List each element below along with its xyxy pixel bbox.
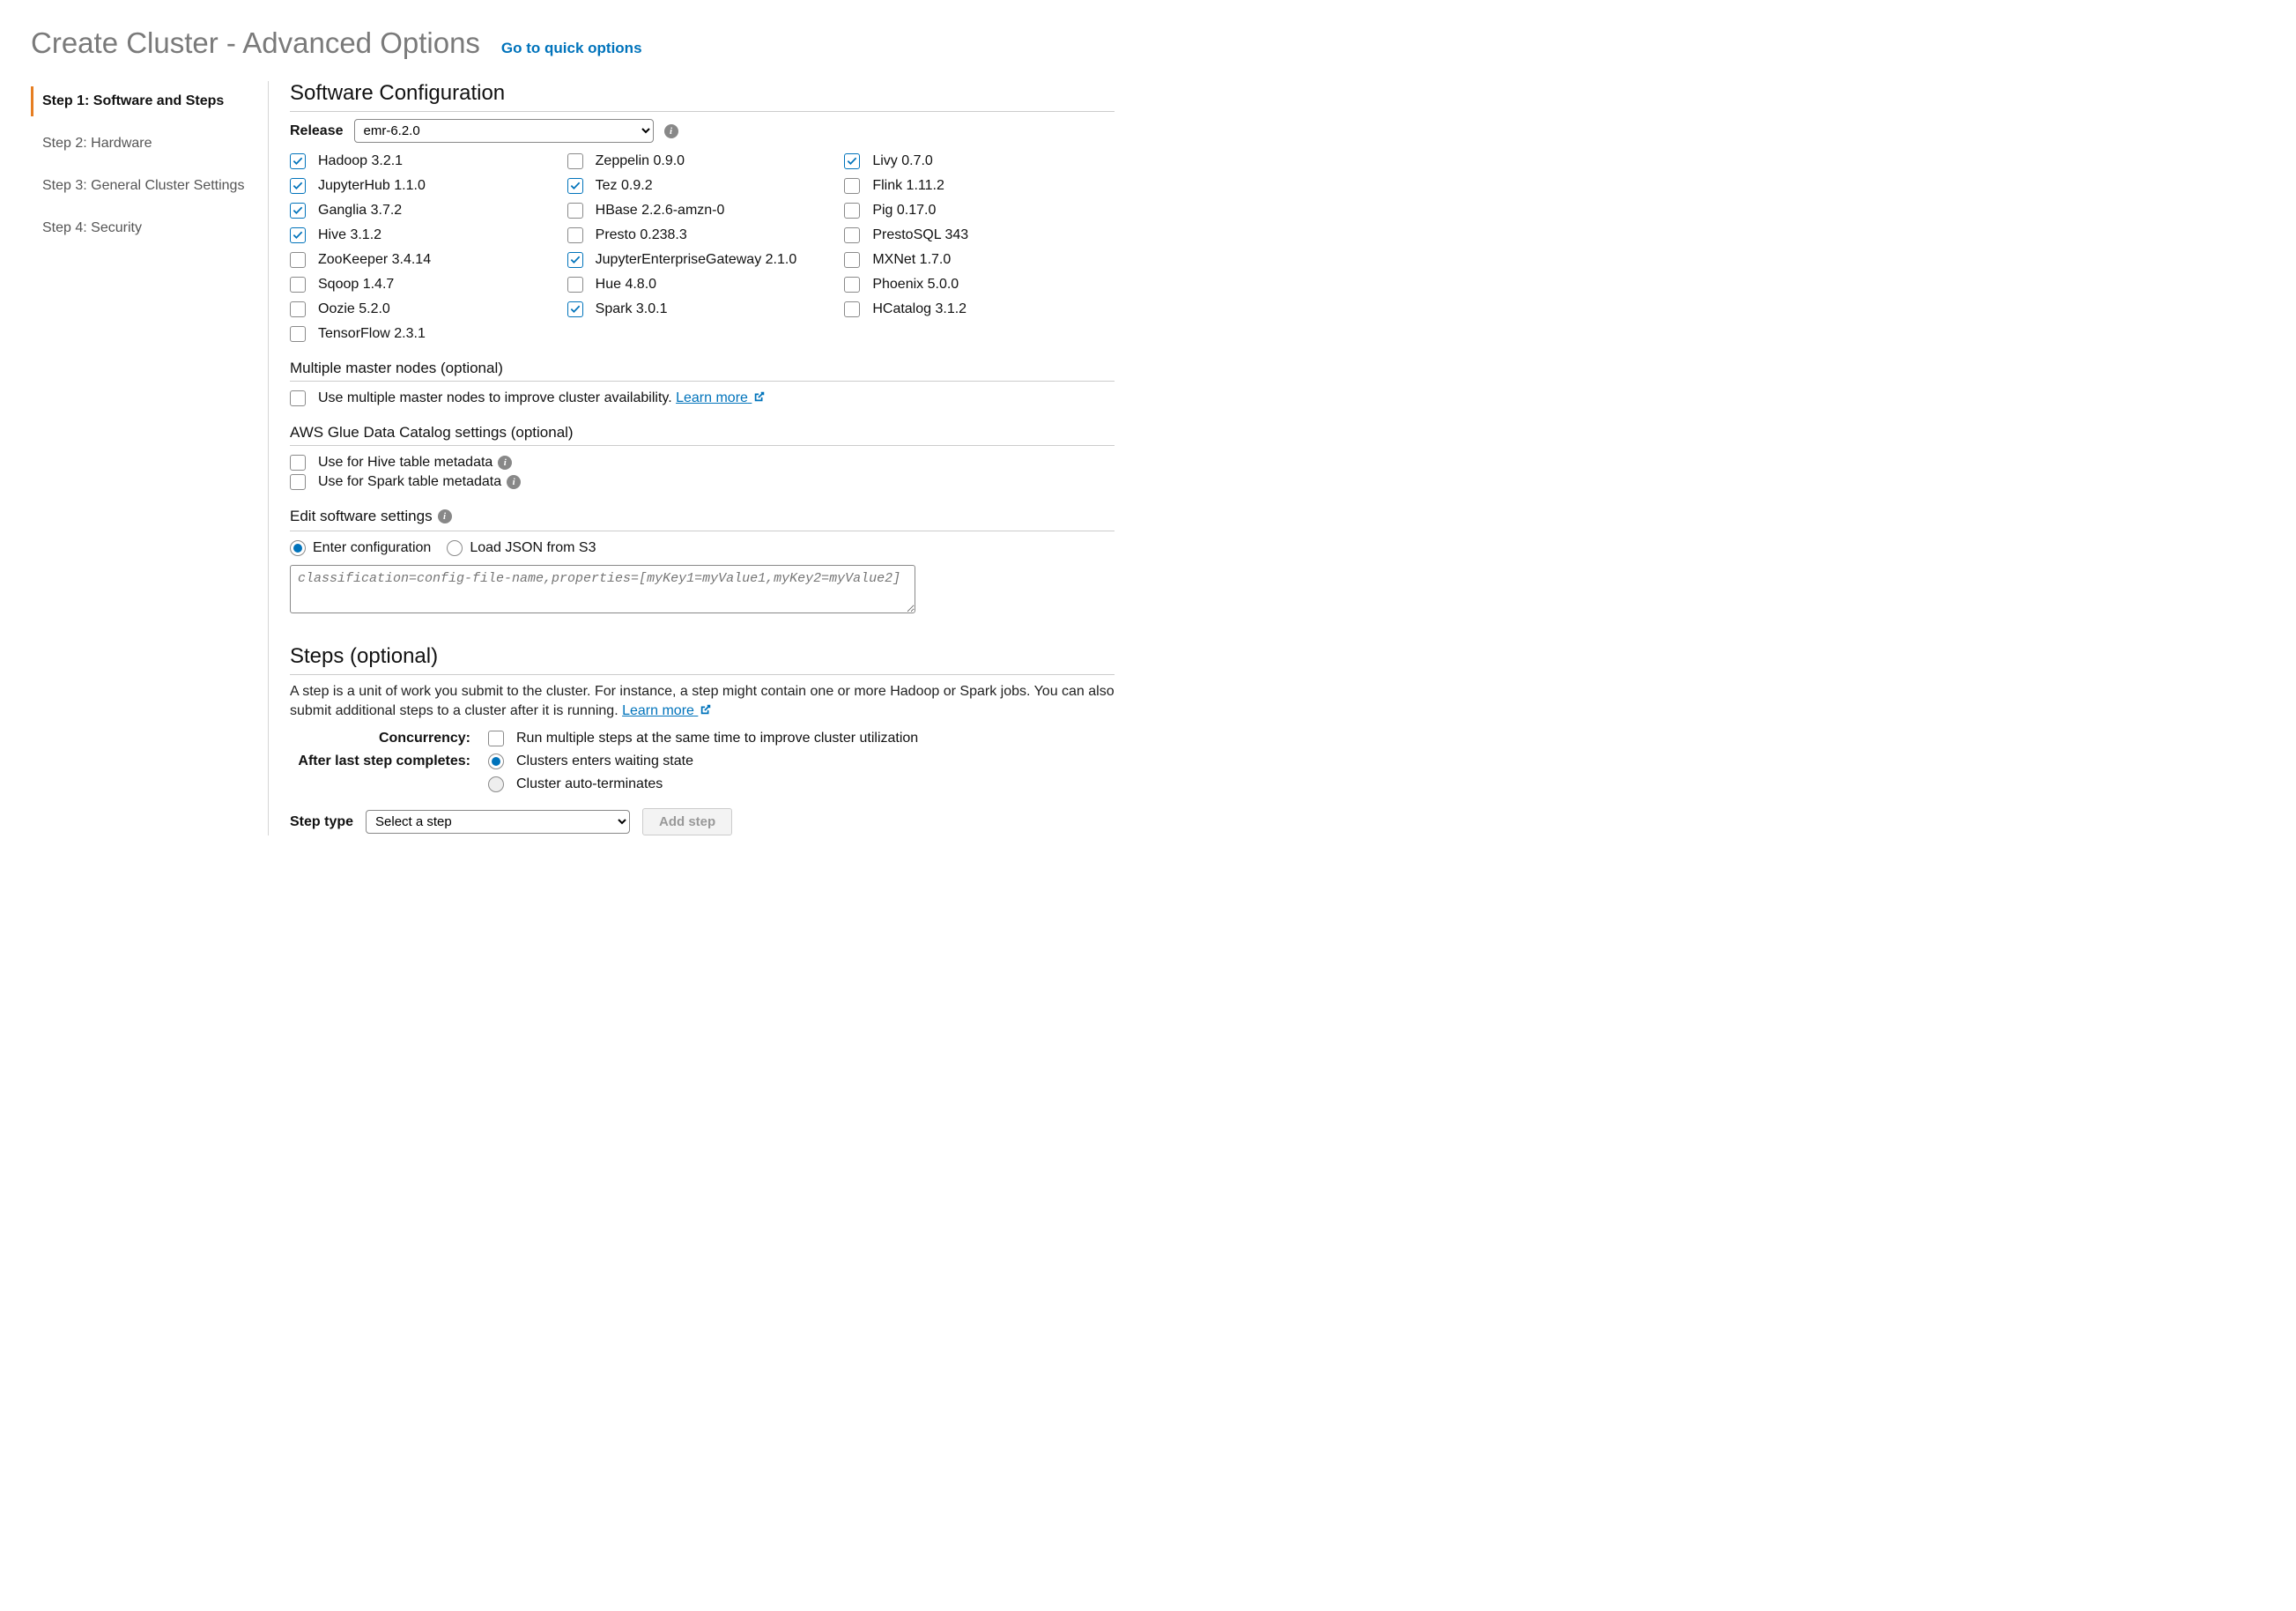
software-checkbox[interactable] xyxy=(290,153,306,169)
software-label: JupyterHub 1.1.0 xyxy=(318,178,426,194)
software-checkbox[interactable] xyxy=(844,178,860,194)
software-label: Tez 0.9.2 xyxy=(596,178,653,194)
load-s3-label: Load JSON from S3 xyxy=(470,540,596,556)
after-last-label: After last step completes: xyxy=(290,754,470,769)
enter-config-label: Enter configuration xyxy=(313,540,431,556)
software-checkbox[interactable] xyxy=(290,227,306,243)
external-link-icon xyxy=(753,390,766,403)
info-icon[interactable]: i xyxy=(507,475,521,489)
software-checkbox[interactable] xyxy=(844,252,860,268)
software-checkbox[interactable] xyxy=(567,203,583,219)
info-icon[interactable]: i xyxy=(664,124,678,138)
config-textarea[interactable] xyxy=(290,565,915,613)
glue-hive-checkbox[interactable] xyxy=(290,455,306,471)
software-label: Livy 0.7.0 xyxy=(872,153,932,169)
software-checkbox[interactable] xyxy=(567,301,583,317)
software-label: Flink 1.11.2 xyxy=(872,178,944,194)
after-terminate-label: Cluster auto-terminates xyxy=(516,776,663,792)
software-checkbox[interactable] xyxy=(290,203,306,219)
enter-config-radio[interactable] xyxy=(290,540,306,556)
software-checkbox[interactable] xyxy=(567,252,583,268)
software-checkbox[interactable] xyxy=(290,252,306,268)
page-title: Create Cluster - Advanced Options xyxy=(31,26,480,60)
quick-options-link[interactable]: Go to quick options xyxy=(501,40,642,57)
software-checkbox[interactable] xyxy=(844,153,860,169)
software-checkbox[interactable] xyxy=(567,227,583,243)
wizard-step-3[interactable]: Step 3: General Cluster Settings xyxy=(31,171,250,201)
wizard-step-4[interactable]: Step 4: Security xyxy=(31,213,250,243)
wizard-step-1[interactable]: Step 1: Software and Steps xyxy=(31,86,250,116)
external-link-icon xyxy=(700,703,712,716)
wizard-step-2[interactable]: Step 2: Hardware xyxy=(31,129,250,159)
concurrency-checkbox[interactable] xyxy=(488,731,504,746)
software-label: Spark 3.0.1 xyxy=(596,301,668,317)
software-checkbox[interactable] xyxy=(567,178,583,194)
software-checkbox[interactable] xyxy=(290,326,306,342)
steps-desc: A step is a unit of work you submit to t… xyxy=(290,682,1115,720)
software-label: Pig 0.17.0 xyxy=(872,203,936,219)
software-checkbox[interactable] xyxy=(567,153,583,169)
software-label: Sqoop 1.4.7 xyxy=(318,277,394,293)
software-checkbox[interactable] xyxy=(290,301,306,317)
add-step-button[interactable]: Add step xyxy=(642,808,732,835)
glue-hive-label: Use for Hive table metadata xyxy=(318,455,493,471)
software-label: Phoenix 5.0.0 xyxy=(872,277,959,293)
load-s3-radio[interactable] xyxy=(447,540,463,556)
after-waiting-label: Clusters enters waiting state xyxy=(516,754,693,769)
software-label: HBase 2.2.6-amzn-0 xyxy=(596,203,725,219)
software-checkbox[interactable] xyxy=(290,277,306,293)
multi-master-label: Use multiple master nodes to improve clu… xyxy=(318,390,672,405)
glue-spark-checkbox[interactable] xyxy=(290,474,306,490)
edit-settings-title: Edit software settings i xyxy=(290,508,452,525)
steps-title: Steps (optional) xyxy=(290,644,1115,669)
software-label: Hue 4.8.0 xyxy=(596,277,656,293)
software-checkbox[interactable] xyxy=(844,203,860,219)
software-label: JupyterEnterpriseGateway 2.1.0 xyxy=(596,252,797,268)
multi-master-title: Multiple master nodes (optional) xyxy=(290,360,1115,377)
info-icon[interactable]: i xyxy=(438,509,452,523)
software-label: Hadoop 3.2.1 xyxy=(318,153,403,169)
steps-learn-link[interactable]: Learn more xyxy=(622,703,712,718)
software-checkbox[interactable] xyxy=(567,277,583,293)
wizard-sidebar: Step 1: Software and Steps Step 2: Hardwa… xyxy=(31,81,269,835)
software-label: HCatalog 3.1.2 xyxy=(872,301,967,317)
software-label: Presto 0.238.3 xyxy=(596,227,687,243)
software-checkbox[interactable] xyxy=(844,277,860,293)
software-label: Oozie 5.2.0 xyxy=(318,301,390,317)
glue-title: AWS Glue Data Catalog settings (optional… xyxy=(290,424,1115,442)
software-label: TensorFlow 2.3.1 xyxy=(318,326,426,342)
software-checkbox[interactable] xyxy=(844,301,860,317)
concurrency-label: Concurrency: xyxy=(290,731,470,746)
software-checkbox[interactable] xyxy=(290,178,306,194)
software-checkbox[interactable] xyxy=(844,227,860,243)
software-label: PrestoSQL 343 xyxy=(872,227,968,243)
software-config-title: Software Configuration xyxy=(290,81,1115,106)
multi-master-learn-link[interactable]: Learn more xyxy=(676,390,766,405)
step-type-select[interactable]: Select a step xyxy=(366,810,630,834)
glue-spark-label: Use for Spark table metadata xyxy=(318,474,501,490)
release-select[interactable]: emr-6.2.0 xyxy=(354,119,654,143)
step-type-label: Step type xyxy=(290,814,353,830)
software-label: ZooKeeper 3.4.14 xyxy=(318,252,431,268)
release-label: Release xyxy=(290,123,344,139)
info-icon[interactable]: i xyxy=(498,456,512,470)
software-label: Hive 3.1.2 xyxy=(318,227,381,243)
software-label: Ganglia 3.7.2 xyxy=(318,203,402,219)
concurrency-text: Run multiple steps at the same time to i… xyxy=(516,731,918,746)
after-waiting-radio[interactable] xyxy=(488,754,504,769)
software-label: MXNet 1.7.0 xyxy=(872,252,951,268)
after-terminate-radio[interactable] xyxy=(488,776,504,792)
multi-master-checkbox[interactable] xyxy=(290,390,306,406)
software-label: Zeppelin 0.9.0 xyxy=(596,153,685,169)
